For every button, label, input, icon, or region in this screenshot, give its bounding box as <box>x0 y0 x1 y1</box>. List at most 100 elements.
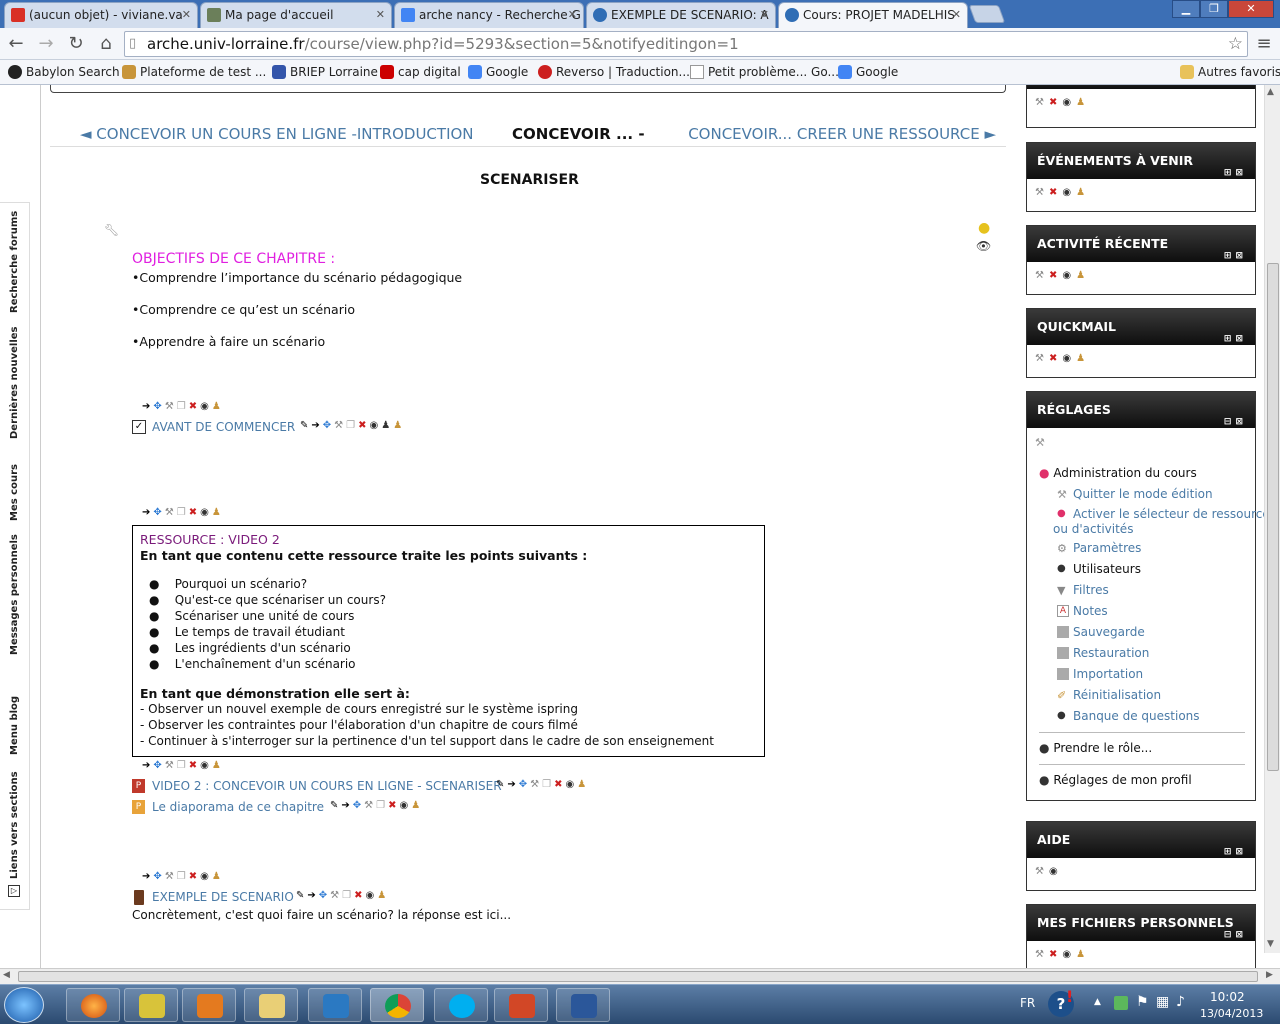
arrow-right-icon[interactable]: ➔ <box>341 800 352 811</box>
bookmark-capdigital[interactable]: cap digital <box>378 63 461 81</box>
block-controls[interactable]: ⚒✖◉♟ <box>1027 89 1255 116</box>
tab-gmail[interactable]: (aucun objet) - viviane.va ✕ <box>4 2 198 28</box>
arrow-right-icon[interactable]: ➔ <box>307 890 318 901</box>
eye-icon[interactable]: ◉ <box>200 871 212 882</box>
minimize-button[interactable]: ▁ <box>1172 0 1200 18</box>
wrench-icon[interactable]: ⚒ <box>165 401 177 412</box>
taskbar-chrome[interactable] <box>370 988 424 1022</box>
taskbar-powerpoint[interactable] <box>494 988 548 1022</box>
block-controls[interactable]: ⚒✖◉♟ <box>1027 941 1255 968</box>
tab-home[interactable]: Ma page d'accueil ✕ <box>200 2 392 28</box>
wrench-icon[interactable]: ⚒ <box>1035 866 1049 877</box>
close-icon[interactable]: ✕ <box>760 3 769 27</box>
arrow-right-icon[interactable]: ➔ <box>142 507 153 518</box>
settings-quit-edit[interactable]: ⚒ Quitter le mode édition <box>1057 487 1213 501</box>
delete-icon[interactable]: ✖ <box>1049 270 1062 281</box>
group-icon[interactable]: ♟ <box>381 420 393 431</box>
language-indicator[interactable]: FR <box>1020 996 1035 1010</box>
eye-icon[interactable]: 👁︎ <box>976 239 991 253</box>
bookmark-briep[interactable]: BRIEP Lorraine <box>270 63 378 81</box>
eye-icon[interactable]: ◉ <box>200 401 212 412</box>
eye-icon[interactable]: ◉ <box>566 779 578 790</box>
activity-avant-link[interactable]: AVANT DE COMMENCER <box>152 420 295 434</box>
edit-icons[interactable]: ✎➔✥⚒❐✖◉♟ <box>330 800 423 811</box>
dock-item-forums[interactable]: Recherche forums <box>2 211 28 313</box>
scroll-left-icon[interactable]: ◀ <box>3 970 10 980</box>
delete-icon[interactable]: ✖ <box>1049 97 1062 108</box>
eye-icon[interactable]: ◉ <box>400 800 412 811</box>
settings-parameters[interactable]: ⚙ Paramètres <box>1057 541 1141 555</box>
move-icon[interactable]: ✥ <box>323 420 334 431</box>
taskbar-lync[interactable] <box>308 988 362 1022</box>
delete-icon[interactable]: ✖ <box>354 890 365 901</box>
settings-restore[interactable]: Restauration <box>1057 646 1149 660</box>
security-icon[interactable] <box>1114 996 1128 1010</box>
scroll-up-icon[interactable]: ▲ <box>1267 87 1274 97</box>
edit-icons[interactable]: ✎➔✥⚒❐✖◉♟♟ <box>300 420 405 431</box>
close-icon[interactable]: ✕ <box>952 3 961 27</box>
role-icon[interactable]: ♟ <box>1076 270 1090 281</box>
bookmark-petit[interactable]: Petit problème... Go... <box>688 63 839 81</box>
settings-profile[interactable]: ● Réglages de mon profil <box>1039 773 1192 787</box>
delete-icon[interactable]: ✖ <box>189 760 200 771</box>
back-icon[interactable]: ← <box>4 32 28 56</box>
taskbar-explorer[interactable] <box>244 988 298 1022</box>
settings-users[interactable]: ● Utilisateurs <box>1057 562 1141 576</box>
wrench-icon[interactable]: ⚒ <box>165 871 177 882</box>
arrow-right-icon[interactable]: ➔ <box>142 401 153 412</box>
settings-backup[interactable]: Sauvegarde <box>1057 625 1145 639</box>
arrow-right-icon[interactable]: ➔ <box>142 871 153 882</box>
delete-icon[interactable]: ✖ <box>1049 187 1062 198</box>
block-controls[interactable]: ⊞⊠ <box>1224 155 1247 191</box>
close-icon[interactable]: ✕ <box>376 3 385 27</box>
settings-import[interactable]: Importation <box>1057 667 1143 681</box>
close-window-button[interactable]: ✕ <box>1228 0 1274 18</box>
tab-search[interactable]: arche nancy - Recherche G ✕ <box>394 2 584 28</box>
edit-icon[interactable]: ✎ <box>300 420 311 431</box>
move-icon[interactable]: ✥ <box>153 401 164 412</box>
copy-icon[interactable]: ❐ <box>177 871 189 882</box>
wrench-icon[interactable]: ⚒ <box>165 760 177 771</box>
move-icon[interactable]: ✥ <box>153 507 164 518</box>
tray-arrow-icon[interactable]: ▲ <box>1094 997 1101 1007</box>
taskbar-skype[interactable] <box>434 988 488 1022</box>
wrench-icon[interactable]: ⚒ <box>1035 949 1049 960</box>
volume-icon[interactable]: ♪ <box>1176 994 1185 1010</box>
lightbulb-icon[interactable]: ● <box>978 220 990 236</box>
dock-item-messages[interactable]: Messages personnels <box>2 534 28 655</box>
eye-icon[interactable]: ◉ <box>200 760 212 771</box>
edit-icons[interactable]: ➔✥⚒❐✖◉♟ <box>142 401 224 412</box>
settings-reset[interactable]: ✐ Réinitialisation <box>1057 688 1161 702</box>
role-icon[interactable]: ♟ <box>1076 187 1090 198</box>
maximize-button[interactable]: ❐ <box>1200 0 1228 18</box>
wrench-icon[interactable]: ⚒ <box>1035 187 1049 198</box>
clock-date[interactable]: 13/04/2013 <box>1200 1007 1263 1020</box>
role-icon[interactable]: ♟ <box>377 890 389 901</box>
tab-course[interactable]: Cours: PROJET MADELHIS ✕ <box>778 2 968 28</box>
copy-icon[interactable]: ❐ <box>177 507 189 518</box>
taskbar-media[interactable] <box>182 988 236 1022</box>
role-icon[interactable]: ♟ <box>577 779 589 790</box>
role-icon[interactable]: ♟ <box>393 420 405 431</box>
role-icon[interactable]: ♟ <box>411 800 423 811</box>
delete-icon[interactable]: ✖ <box>189 507 200 518</box>
wrench-icon[interactable]: ⚒ <box>330 890 342 901</box>
edit-icons[interactable]: ➔✥⚒❐✖◉♟ <box>142 871 224 882</box>
horizontal-scrollbar[interactable]: ◀ ▶ <box>0 968 1280 984</box>
delete-icon[interactable]: ✖ <box>1049 949 1062 960</box>
scrollbar-thumb[interactable] <box>18 971 1258 982</box>
bookmark-babylon[interactable]: Babylon Search <box>6 63 120 81</box>
arrow-right-icon[interactable]: ➔ <box>507 779 518 790</box>
taskbar-firefox[interactable] <box>66 988 120 1022</box>
edit-icons[interactable]: ➔✥⚒❐✖◉♟ <box>142 507 224 518</box>
eye-icon[interactable]: ◉ <box>1062 949 1076 960</box>
bookmark-google[interactable]: Google <box>466 63 528 81</box>
wrench-icon[interactable]: 🔧︎ <box>104 223 119 237</box>
flag-icon[interactable]: ⚑ <box>1136 994 1149 1010</box>
activity-diaporama-link[interactable]: Le diaporama de ce chapitre <box>152 800 324 814</box>
move-icon[interactable]: ✥ <box>353 800 364 811</box>
wrench-icon[interactable]: ⚒ <box>1035 353 1049 364</box>
scrollbar-thumb[interactable] <box>1267 263 1279 771</box>
wrench-icon[interactable]: ⚒ <box>1035 270 1049 281</box>
bookmark-google-2[interactable]: Google <box>836 63 898 81</box>
